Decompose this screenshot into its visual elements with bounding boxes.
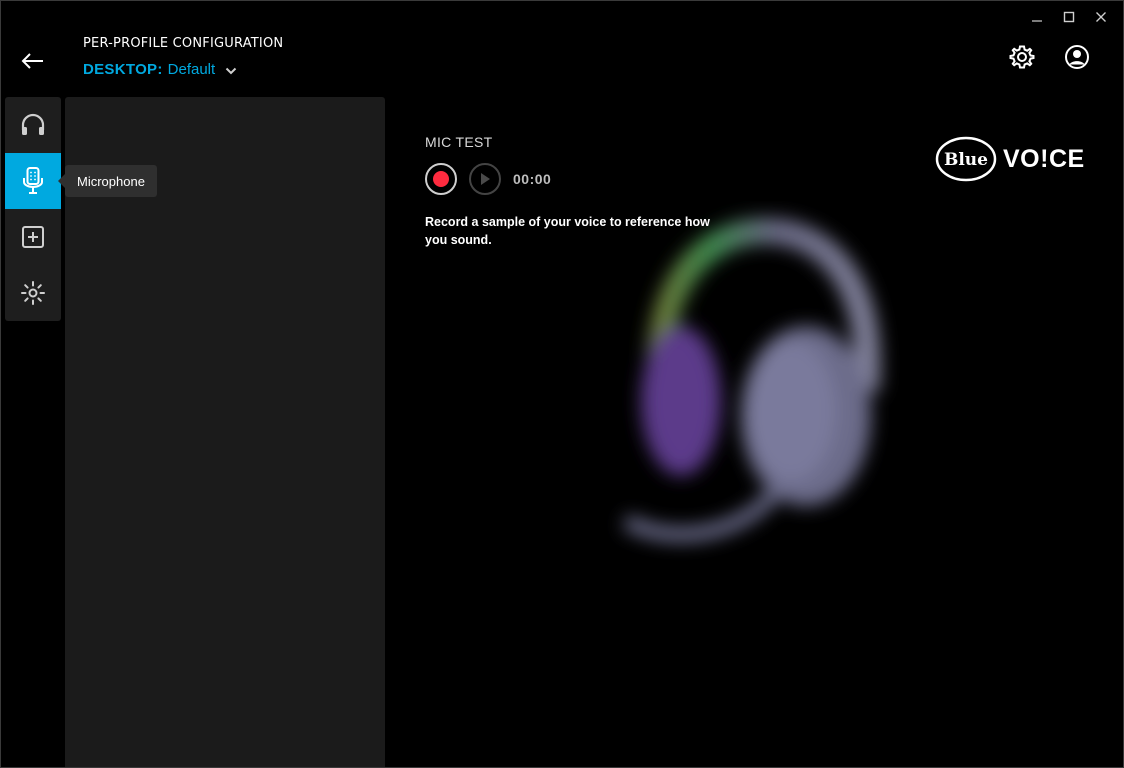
mic-test-controls: 00:00: [425, 163, 725, 195]
play-icon: [481, 173, 490, 185]
header: PER-PROFILE CONFIGURATION DESKTOP: Defau…: [83, 36, 283, 78]
profile-selector[interactable]: DESKTOP: Default: [83, 61, 283, 78]
back-button[interactable]: [17, 45, 49, 77]
blue-voice-logo: Blue VO!CE: [935, 136, 1085, 182]
profile-name: Default: [167, 61, 216, 78]
blue-logo-icon: Blue: [935, 136, 997, 182]
sidebar-nav: [5, 97, 61, 321]
mic-test-section: MIC TEST 00:00 Record a sample of your v…: [425, 134, 725, 249]
sidebar-item-headphones[interactable]: [5, 97, 61, 153]
logo-brand-text: Blue: [944, 150, 988, 170]
close-icon: [1096, 12, 1106, 22]
headset-image: [622, 217, 881, 542]
minimize-button[interactable]: [1021, 7, 1053, 27]
microphone-tooltip: Microphone: [58, 165, 157, 197]
user-account-icon: [1065, 45, 1089, 69]
logo-product-text: VO!CE: [1003, 144, 1085, 173]
page-title: PER-PROFILE CONFIGURATION: [83, 36, 284, 51]
close-button[interactable]: [1085, 7, 1117, 27]
lighting-sun-icon: [21, 281, 45, 305]
minimize-icon: [1032, 20, 1042, 22]
app-window: PER-PROFILE CONFIGURATION DESKTOP: Defau…: [0, 0, 1124, 768]
play-button[interactable]: [469, 163, 501, 195]
account-button[interactable]: [1061, 41, 1093, 73]
sidebar-item-add[interactable]: [5, 209, 61, 265]
plus-square-icon: [22, 226, 44, 248]
mic-test-title: MIC TEST: [425, 134, 493, 150]
mic-test-description: Record a sample of your voice to referen…: [425, 215, 710, 247]
profile-device-label: DESKTOP:: [83, 61, 163, 78]
maximize-button[interactable]: [1053, 7, 1085, 27]
settings-button[interactable]: [1006, 41, 1038, 73]
recording-timer: 00:00: [513, 171, 552, 187]
settings-panel: [65, 97, 385, 767]
microphone-icon: [23, 167, 43, 194]
record-button[interactable]: [425, 163, 457, 195]
sidebar-item-lighting[interactable]: [5, 265, 61, 321]
maximize-icon: [1063, 11, 1075, 23]
sidebar-item-microphone[interactable]: [5, 153, 61, 209]
headphones-icon: [21, 113, 45, 135]
arrow-left-icon: [21, 53, 43, 69]
window-controls: [1021, 7, 1117, 27]
chevron-down-icon: [225, 67, 237, 75]
record-icon: [433, 171, 449, 187]
gear-icon: [1009, 45, 1035, 69]
